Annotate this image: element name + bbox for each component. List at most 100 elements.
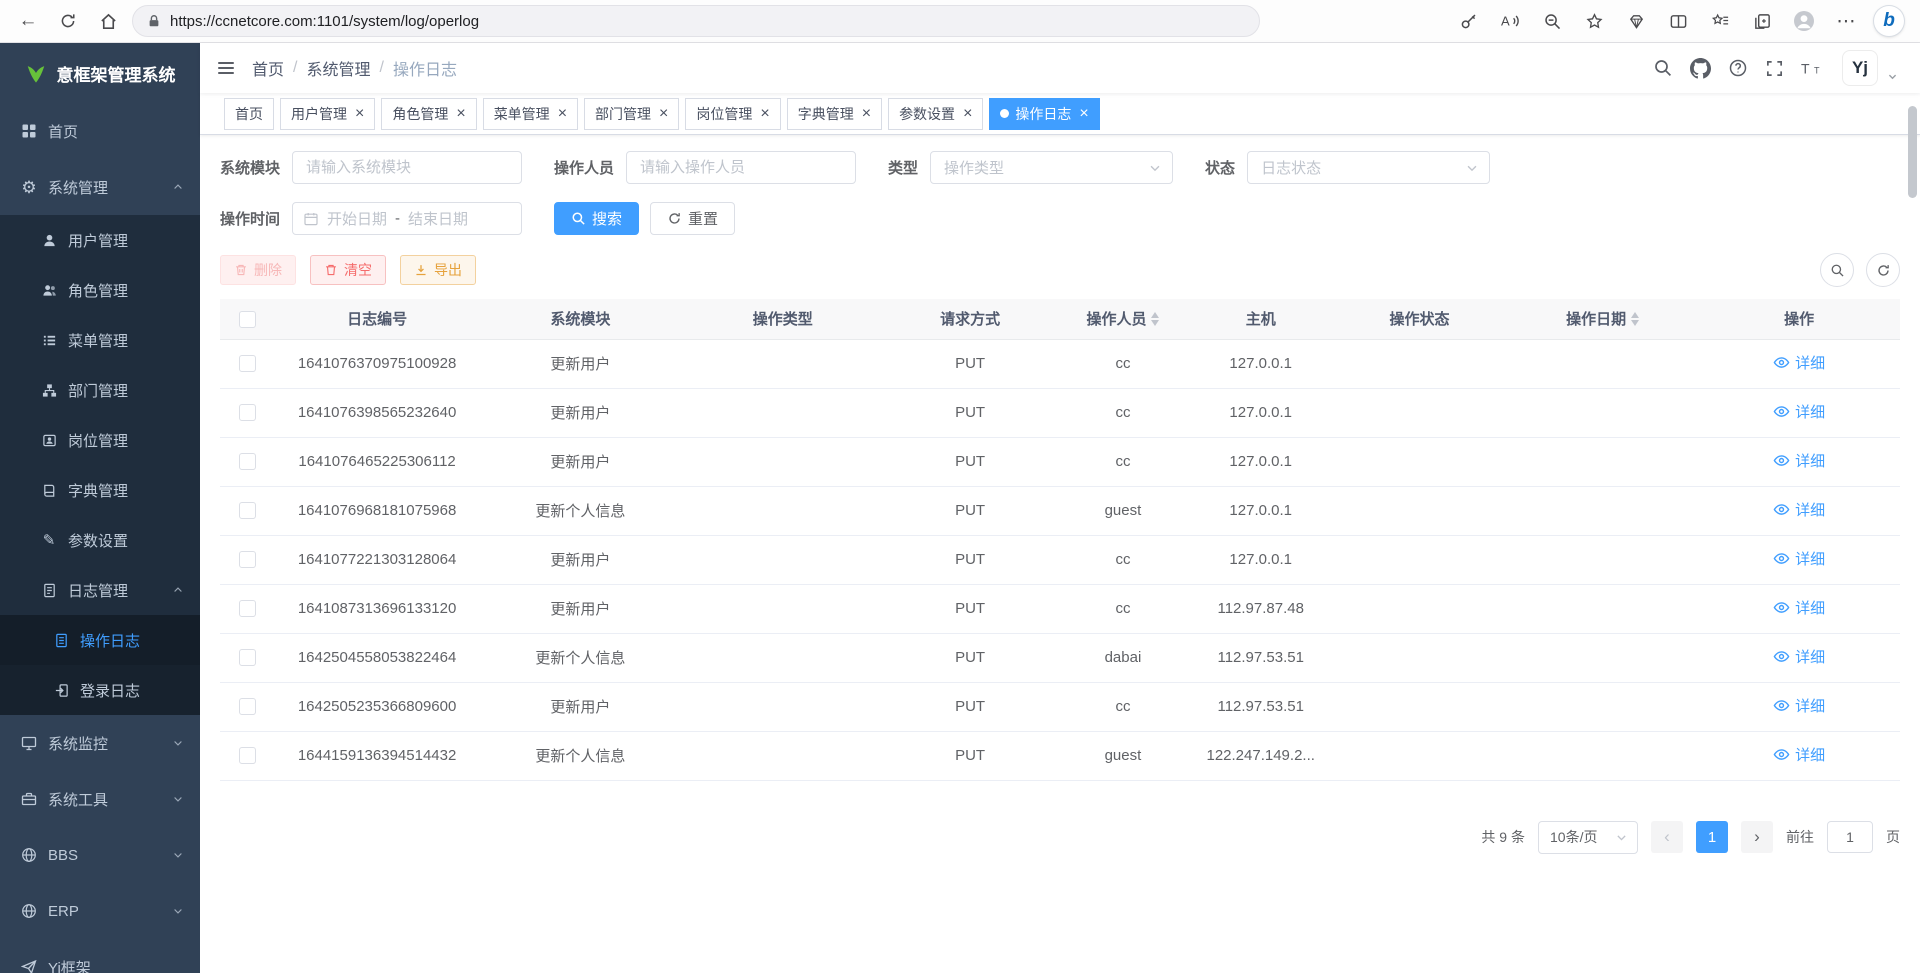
detail-link[interactable]: 详细 [1773,646,1825,667]
toggle-search-button[interactable] [1820,253,1854,287]
github-icon[interactable] [1690,58,1711,79]
fullscreen-icon[interactable] [1765,59,1784,78]
sidebar-item-system-mgmt[interactable]: ⚙ 系统管理 [0,159,200,215]
sidebar-item-system-monitor[interactable]: 系统监控 [0,715,200,771]
tab-dict-mgmt[interactable]: 字典管理× [787,98,882,130]
type-select[interactable]: 操作类型 [930,151,1173,184]
close-icon[interactable]: × [558,106,567,122]
close-icon[interactable]: × [659,106,668,122]
profile-avatar[interactable] [1790,5,1818,37]
avatar-caret-down-icon[interactable] [1887,71,1898,86]
tab-dept-mgmt[interactable]: 部门管理× [584,98,679,130]
export-button[interactable]: 导出 [400,255,476,285]
operator-input[interactable] [626,151,856,184]
sort-control[interactable] [1631,308,1639,330]
detail-link[interactable]: 详细 [1773,695,1825,716]
detail-link[interactable]: 详细 [1773,450,1825,471]
search-button[interactable]: 搜索 [554,202,639,235]
row-checkbox[interactable] [239,453,256,470]
tab-home[interactable]: 首页 [224,98,274,130]
breadcrumb-home[interactable]: 首页 [252,56,284,80]
add-favorite-icon[interactable] [1580,5,1608,37]
column-header-operator[interactable]: 操作人员 [1057,299,1190,339]
column-header-date[interactable]: 操作日期 [1507,299,1699,339]
sidebar-item-param-settings[interactable]: ✎ 参数设置 [0,515,200,565]
page-number-current[interactable]: 1 [1696,821,1728,853]
detail-link[interactable]: 详细 [1773,499,1825,520]
browser-refresh-button[interactable] [52,5,84,37]
row-checkbox[interactable] [239,355,256,372]
tab-post-mgmt[interactable]: 岗位管理× [685,98,780,130]
row-checkbox[interactable] [239,747,256,764]
tab-param-settings[interactable]: 参数设置× [888,98,983,130]
help-icon[interactable] [1728,58,1748,78]
tab-oper-log[interactable]: 操作日志× [989,98,1099,130]
split-screen-icon[interactable] [1664,5,1692,37]
sidebar-item-dict-mgmt[interactable]: 字典管理 [0,465,200,515]
sidebar-item-login-log[interactable]: 登录日志 [0,665,200,715]
row-checkbox[interactable] [239,551,256,568]
goto-page-input[interactable] [1827,821,1873,853]
detail-link[interactable]: 详细 [1773,352,1825,373]
prev-page-button[interactable]: ‹ [1651,821,1683,853]
header-search-icon[interactable] [1653,58,1673,78]
row-checkbox[interactable] [239,698,256,715]
next-page-button[interactable]: › [1741,821,1773,853]
row-checkbox[interactable] [239,502,256,519]
page-size-select[interactable]: 10条/页 [1538,821,1638,854]
sidebar-item-bbs[interactable]: BBS [0,827,200,883]
sidebar-item-user-mgmt[interactable]: 用户管理 [0,215,200,265]
status-select[interactable]: 日志状态 [1247,151,1490,184]
detail-link[interactable]: 详细 [1773,597,1825,618]
row-checkbox[interactable] [239,600,256,617]
detail-link[interactable]: 详细 [1773,401,1825,422]
bing-copilot-icon[interactable]: b [1874,6,1904,36]
user-avatar[interactable]: Yj [1842,50,1878,86]
sidebar-item-dept-mgmt[interactable]: 部门管理 [0,365,200,415]
sidebar-item-erp[interactable]: ERP [0,883,200,939]
close-icon[interactable]: × [456,106,465,122]
browser-essentials-icon[interactable] [1622,5,1650,37]
sidebar-item-home[interactable]: 首页 [0,103,200,159]
favorites-icon[interactable] [1706,5,1734,37]
font-size-icon[interactable]: TT [1801,60,1825,77]
browser-back-button[interactable]: ← [12,5,44,37]
sidebar-item-system-tools[interactable]: 系统工具 [0,771,200,827]
date-range-picker[interactable]: 开始日期 - 结束日期 [292,202,522,235]
sidebar-item-oper-log[interactable]: 操作日志 [0,615,200,665]
zoom-out-icon[interactable] [1538,5,1566,37]
breadcrumb-system-mgmt[interactable]: 系统管理 [306,56,370,80]
browser-home-button[interactable] [92,5,124,37]
address-bar[interactable]: https://ccnetcore.com:1101/system/log/op… [132,5,1260,37]
sidebar-toggle-icon[interactable] [216,58,236,78]
delete-button[interactable]: 删除 [220,255,296,285]
close-icon[interactable]: × [963,106,972,122]
close-icon[interactable]: × [1079,106,1088,122]
refresh-table-button[interactable] [1866,253,1900,287]
reset-button[interactable]: 重置 [650,202,735,235]
sidebar-item-post-mgmt[interactable]: 岗位管理 [0,415,200,465]
close-icon[interactable]: × [760,106,769,122]
clear-button[interactable]: 清空 [310,255,386,285]
detail-link[interactable]: 详细 [1773,548,1825,569]
module-input[interactable] [292,151,522,184]
sidebar-item-menu-mgmt[interactable]: 菜单管理 [0,315,200,365]
sort-control[interactable] [1151,308,1159,330]
tab-menu-mgmt[interactable]: 菜单管理× [483,98,578,130]
row-checkbox[interactable] [239,404,256,421]
sidebar-item-yi-framework[interactable]: Yi框架 [0,939,200,973]
tab-role-mgmt[interactable]: 角色管理× [381,98,476,130]
more-menu-icon[interactable]: ⋯ [1832,5,1860,37]
sidebar-item-log-mgmt[interactable]: 日志管理 [0,565,200,615]
tab-user-mgmt[interactable]: 用户管理× [280,98,375,130]
password-key-icon[interactable] [1454,5,1482,37]
select-all-checkbox[interactable] [239,311,256,328]
collections-icon[interactable] [1748,5,1776,37]
detail-link[interactable]: 详细 [1773,744,1825,765]
row-checkbox[interactable] [239,649,256,666]
scrollbar-thumb[interactable] [1908,106,1917,198]
close-icon[interactable]: × [862,106,871,122]
sidebar-item-role-mgmt[interactable]: 角色管理 [0,265,200,315]
read-aloud-icon[interactable]: A [1496,5,1524,37]
close-icon[interactable]: × [355,106,364,122]
